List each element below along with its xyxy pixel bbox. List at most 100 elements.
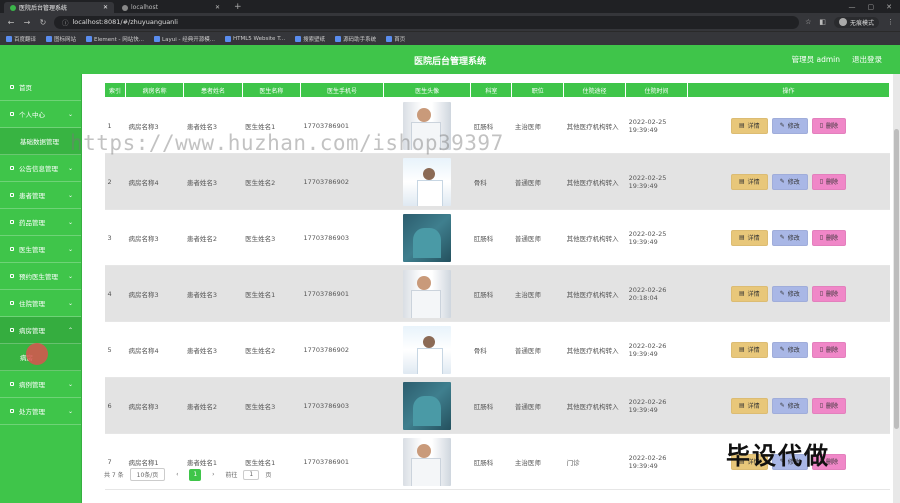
column-header: 医生手机号 (299, 82, 385, 98)
cell-doctor: 医生姓名3 (242, 377, 301, 434)
sidebar-item[interactable]: 医生管理 ⌄ (0, 236, 81, 263)
bookmark[interactable]: 源码助手系统 (335, 35, 376, 43)
scrollbar[interactable] (893, 74, 900, 503)
cursor-highlight (26, 343, 48, 365)
edit-button[interactable]: ✎ 修改 (771, 397, 808, 414)
pagination: 共 7 条 10条/页 ‹ 1 › 前往 1 页 (104, 468, 271, 481)
delete-button[interactable]: ▯ 删除 (811, 229, 847, 246)
close-window-icon[interactable]: ✕ (886, 2, 892, 13)
scrollbar-thumb[interactable] (894, 129, 899, 429)
doctor-avatar-cell (383, 433, 471, 490)
extension-icon[interactable]: ◧ (819, 18, 826, 26)
sidebar-item[interactable]: 住院管理 ⌄ (0, 290, 81, 317)
column-header: 科室 (470, 82, 513, 98)
doctor-avatar-cell (383, 209, 471, 266)
sidebar-item[interactable]: 病例管理 ⌄ (0, 371, 81, 398)
star-icon[interactable]: ☆ (805, 18, 811, 26)
close-tab-icon[interactable]: ✕ (103, 4, 108, 11)
edit-button[interactable]: ✎ 修改 (771, 229, 808, 246)
detail-button[interactable]: ▤ 详情 (731, 173, 768, 190)
menu-icon (10, 409, 14, 413)
cell-patient: 患者姓名1 (183, 433, 243, 490)
detail-button[interactable]: ▤ 详情 (731, 341, 768, 358)
cell-ward: 病房名称3 (125, 209, 184, 266)
cell-patient: 患者姓名3 (183, 153, 243, 210)
edit-button[interactable]: ✎ 修改 (771, 173, 808, 190)
detail-button[interactable]: ▤ 详情 (731, 285, 768, 302)
cell-dept: 肛肠科 (470, 209, 512, 266)
column-header: 索引 (104, 82, 126, 98)
menu-dots-icon[interactable]: ⋮ (887, 18, 894, 26)
doctor-photo (403, 213, 452, 262)
menu-icon (10, 247, 14, 251)
delete-button[interactable]: ▯ 删除 (811, 173, 847, 190)
browser-toolbar: ← → ↻ ⓘ localhost:8081/#/zhuyuanguanli ☆… (0, 13, 900, 31)
sidebar-item[interactable]: 基础数据管理 (0, 128, 81, 155)
reload-icon[interactable]: ↻ (38, 18, 48, 27)
browser-tab[interactable]: 医院后台管理系统 ✕ (4, 2, 114, 13)
bookmark[interactable]: HTML5 Website T... (224, 35, 285, 42)
sidebar-item[interactable]: 患者管理 ⌄ (0, 182, 81, 209)
cell-index: 7 (104, 433, 126, 490)
detail-button[interactable]: ▤ 详情 (731, 117, 768, 134)
sidebar-item-label: 公告信息管理 (19, 165, 58, 173)
edit-button[interactable]: ✎ 修改 (771, 285, 808, 302)
new-tab-icon[interactable]: + (228, 2, 248, 13)
sidebar-item[interactable]: 病房管理 ⌃ (0, 317, 81, 344)
sidebar-item[interactable]: 处方管理 ⌄ (0, 398, 81, 425)
page-size-select[interactable]: 10条/页 (129, 468, 166, 481)
next-page-button[interactable]: › (207, 469, 219, 481)
cell-dept: 肛肠科 (470, 97, 512, 154)
sidebar-item[interactable]: 首页 (0, 74, 81, 101)
bookmark[interactable]: 搜索壁纸 (295, 35, 325, 43)
address-bar[interactable]: ⓘ localhost:8081/#/zhuyuanguanli (54, 15, 800, 29)
prev-page-button[interactable]: ‹ (171, 469, 183, 481)
detail-button[interactable]: ▤ 详情 (731, 229, 768, 246)
bookmark[interactable]: 百度翻译 (6, 35, 36, 43)
sidebar-item[interactable]: 个人中心 ⌄ (0, 101, 81, 128)
logout-button[interactable]: 退出登录 (852, 54, 882, 65)
cell-route: 其他医疗机构转入 (563, 321, 626, 378)
profile-button[interactable]: 无痕模式 (833, 16, 879, 28)
doctor-avatar-cell (383, 97, 471, 154)
detail-button[interactable]: ▤ 详情 (731, 397, 768, 414)
ward-table: 索引 病房名称 患者姓名 医生名称 医生手机号 医生头像 科室 职位 住院途径 住院时间 操作 1病… (104, 82, 890, 490)
goto-page-input[interactable]: 1 (243, 469, 260, 480)
sidebar-item[interactable]: 药品管理 ⌄ (0, 209, 81, 236)
bookmark[interactable]: Layui - 经典开源模... (154, 35, 215, 43)
back-icon[interactable]: ← (6, 18, 16, 27)
delete-button[interactable]: ▯ 删除 (811, 117, 847, 134)
bookmark[interactable]: Element - 网站快... (86, 35, 144, 43)
maximize-icon[interactable]: ▢ (868, 2, 875, 13)
cell-patient: 患者姓名3 (183, 265, 243, 322)
doc-icon: ▤ (739, 290, 745, 297)
edit-button[interactable]: ✎ 修改 (771, 341, 808, 358)
menu-icon (10, 85, 14, 89)
menu-icon (10, 274, 14, 278)
bookmark[interactable]: 首页 (386, 35, 405, 43)
incognito-icon (838, 18, 847, 26)
cell-patient: 患者姓名2 (183, 377, 243, 434)
edit-button[interactable]: ✎ 修改 (771, 117, 808, 134)
cell-ward: 病房名称4 (125, 321, 184, 378)
page-number[interactable]: 1 (189, 468, 202, 481)
pencil-icon: ✎ (779, 402, 785, 409)
minimize-icon[interactable]: — (849, 2, 856, 13)
cell-route: 门诊 (563, 433, 626, 490)
delete-button[interactable]: ▯ 删除 (811, 397, 847, 414)
delete-button[interactable]: ▯ 删除 (811, 341, 847, 358)
column-header: 病房名称 (124, 82, 185, 98)
sidebar-item[interactable]: 公告信息管理 ⌄ (0, 155, 81, 182)
bookmark-icon (154, 35, 161, 42)
browser-tab[interactable]: localhost ✕ (116, 2, 226, 13)
cell-title: 主治医师 (511, 433, 564, 490)
cell-ward: 病房名称1 (125, 433, 184, 490)
app-header: 医院后台管理系统 管理员 admin 退出登录 (0, 45, 900, 74)
cell-time: 2022-02-25 19:39:49 (625, 209, 688, 266)
delete-button[interactable]: ▯ 删除 (811, 285, 847, 302)
pencil-icon: ✎ (779, 178, 785, 185)
bookmark[interactable]: 图标网站 (46, 35, 76, 43)
sidebar-item[interactable]: 预约医生管理 ⌄ (0, 263, 81, 290)
forward-icon[interactable]: → (22, 18, 32, 27)
close-tab-icon[interactable]: ✕ (215, 4, 220, 11)
